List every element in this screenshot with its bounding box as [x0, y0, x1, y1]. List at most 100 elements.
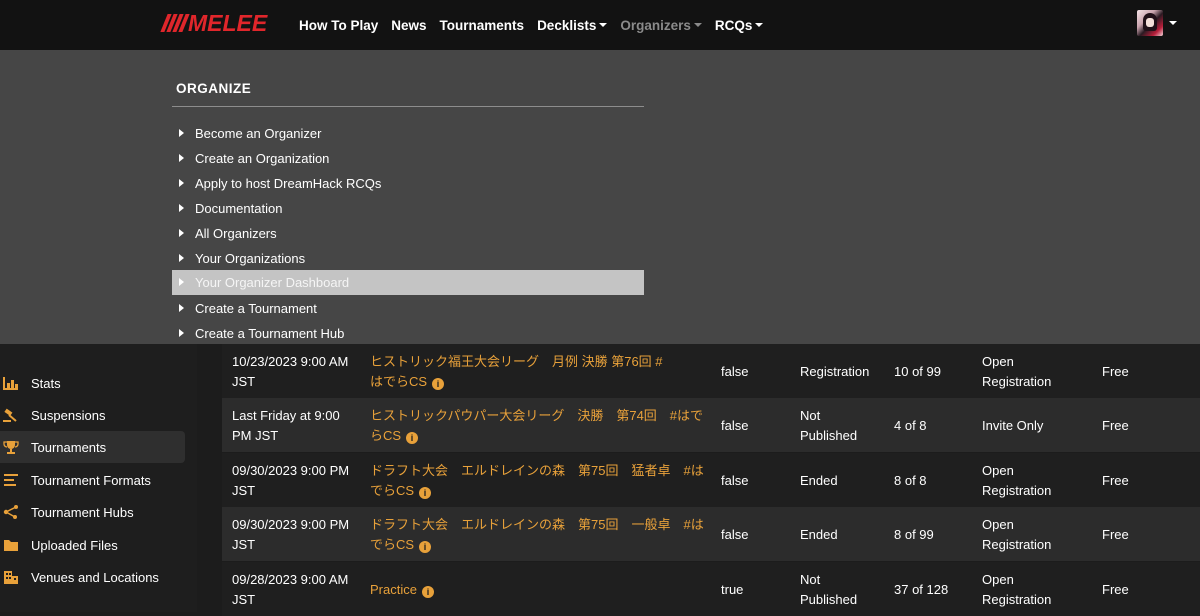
cell-date: 09/30/2023 9:00 PM JST [232, 517, 350, 552]
info-icon[interactable]: i [406, 431, 419, 444]
sidebar-item-label: Tournament Formats [31, 472, 151, 488]
cell-fee: Free [1102, 473, 1129, 488]
menu-item-label: Your Organizations [195, 251, 306, 266]
nav-dropdown-organizers[interactable]: Organizers [620, 18, 702, 33]
menu-item-apply-dreamhack-rcqs[interactable]: Apply to host DreamHack RCQs [172, 171, 644, 196]
cell-registration: Open Registration [982, 463, 1052, 498]
menu-item-become-an-organizer[interactable]: Become an Organizer [172, 121, 644, 146]
menu-item-label: Apply to host DreamHack RCQs [195, 176, 382, 191]
cell-flag: true [721, 582, 744, 597]
sidebar-item-tournament-hubs[interactable]: Tournament Hubs [0, 496, 185, 528]
cell-status: Registration [800, 364, 870, 379]
nav-dropdown-decklists[interactable]: Decklists [537, 18, 608, 33]
sidebar-item-uploaded-files[interactable]: Uploaded Files [0, 529, 185, 561]
info-icon[interactable]: i [421, 586, 434, 598]
list-icon [4, 474, 18, 486]
sidebar-item-tournament-formats[interactable]: Tournament Formats [0, 464, 185, 496]
cell-registration: Open Registration [982, 572, 1052, 607]
nav-link-news[interactable]: News [391, 18, 426, 33]
menu-item-label: Become an Organizer [195, 126, 322, 141]
cell-flag: false [721, 418, 749, 433]
cell-flag: false [721, 473, 749, 488]
sidebar-item-stats[interactable]: Stats [0, 367, 185, 399]
menu-item-label: Create a Tournament Hub [195, 326, 345, 341]
sidebar-item-suspensions[interactable]: Suspensions [0, 399, 185, 431]
info-icon[interactable]: i [432, 377, 445, 390]
cell-status: Not Published [800, 572, 858, 607]
info-icon[interactable]: i [419, 540, 432, 553]
cell-registration: Open Registration [982, 517, 1052, 552]
building-icon [4, 571, 18, 584]
cell-fee: Free [1102, 364, 1129, 379]
avatar-caret-down-icon[interactable] [1169, 21, 1177, 25]
cell-date: Last Friday at 9:00 PM JST [232, 408, 340, 443]
nav-link-label: News [391, 17, 427, 33]
caret-right-icon [179, 278, 184, 286]
sidebar-item-label: Venues and Locations [31, 569, 159, 585]
cell-tournament-name[interactable]: Practice i [370, 580, 710, 600]
sidebar-item-label: Tournaments [31, 439, 107, 455]
cell-players: 8 of 8 [894, 473, 927, 488]
caret-down-icon [693, 23, 702, 27]
sidebar-item-label: Tournament Hubs [31, 504, 134, 520]
cell-flag: false [721, 527, 749, 542]
cell-tournament-name[interactable]: ドラフト大会 エルドレインの森 第75回 一般卓 #は でらCS i [370, 515, 710, 554]
menu-item-create-an-organization[interactable]: Create an Organization [172, 146, 644, 171]
cell-players: 4 of 8 [894, 418, 927, 433]
logo-slashes-icon [160, 14, 190, 32]
cell-fee: Free [1102, 418, 1129, 433]
top-navbar: MELEE How To Play News Tournaments Deckl… [0, 0, 1200, 50]
dropdown-heading: ORGANIZE [176, 81, 252, 96]
table-row[interactable]: 09/28/2023 9:00 AM JST Practice i true Not… [222, 562, 1200, 616]
menu-item-label: Create an Organization [195, 151, 330, 166]
info-icon[interactable]: i [419, 486, 432, 499]
trophy-icon [3, 441, 19, 454]
cell-players: 8 of 99 [894, 527, 934, 542]
cell-registration: Open Registration [982, 354, 1052, 389]
logo-text: MELEE [188, 9, 268, 36]
nav-dropdown-rcqs[interactable]: RCQs [715, 18, 764, 33]
menu-item-your-organizations[interactable]: Your Organizations [172, 246, 644, 271]
cell-date: 10/23/2023 9:00 AM JST [232, 354, 349, 389]
menu-item-label: All Organizers [195, 226, 277, 241]
nav-link-how-to-play[interactable]: How To Play [299, 18, 378, 33]
sidebar-item-venues-and-locations[interactable]: Venues and Locations [0, 561, 185, 593]
table-row[interactable]: 10/23/2023 9:00 AM JST ヒストリック福王大会リーグ 月例 決… [222, 344, 1200, 398]
melee-logo[interactable]: MELEE [160, 9, 268, 36]
menu-item-label: Documentation [195, 201, 283, 216]
caret-right-icon [179, 154, 184, 162]
cell-date: 09/28/2023 9:00 AM JST [232, 572, 349, 607]
nav-link-label: Tournaments [439, 17, 525, 33]
hub-icon [3, 505, 18, 519]
menu-item-label: Create a Tournament [195, 301, 317, 316]
menu-item-all-organizers[interactable]: All Organizers [172, 221, 644, 246]
caret-right-icon [179, 304, 184, 312]
sidebar-item-tournaments[interactable]: Tournaments [0, 431, 185, 463]
table-row[interactable]: 09/30/2023 9:00 PM JST ドラフト大会 エルドレインの森 第7… [222, 507, 1200, 561]
menu-item-create-a-tournament-hub[interactable]: Create a Tournament Hub [172, 321, 644, 346]
table-row[interactable]: 09/30/2023 9:00 PM JST ドラフト大会 エルドレインの森 第7… [222, 453, 1200, 507]
caret-right-icon [179, 329, 184, 337]
table-row[interactable]: Last Friday at 9:00 PM JST ヒストリックパウパー大会リー… [222, 398, 1200, 452]
user-avatar[interactable] [1137, 10, 1163, 36]
cell-flag: false [721, 364, 749, 379]
nav-links: How To Play News Tournaments Decklists O… [299, 0, 776, 50]
menu-item-your-organizer-dashboard[interactable]: Your Organizer Dashboard [172, 270, 644, 295]
cell-fee: Free [1102, 582, 1129, 597]
cell-registration: Invite Only [982, 418, 1044, 433]
cell-status: Not Published [800, 408, 858, 443]
caret-right-icon [179, 204, 184, 212]
sidebar-item-label: Suspensions [31, 407, 106, 423]
sidebar-item-label: Uploaded Files [31, 537, 118, 553]
menu-item-documentation[interactable]: Documentation [172, 196, 644, 221]
menu-item-create-a-tournament[interactable]: Create a Tournament [172, 296, 644, 321]
nav-link-label: Organizers [620, 17, 691, 33]
chart-icon [3, 377, 18, 390]
cell-tournament-name[interactable]: ヒストリック福王大会リーグ 月例 決勝 第76回 # はでらCS i [370, 352, 710, 391]
cell-tournament-name[interactable]: ヒストリックパウパー大会リーグ 決勝 第74回 #はで らCS i [370, 406, 710, 445]
sidebar-item-label: Stats [31, 375, 61, 391]
nav-link-tournaments[interactable]: Tournaments [440, 18, 525, 33]
gavel-icon [3, 408, 17, 422]
menu-item-label: Your Organizer Dashboard [195, 275, 350, 290]
cell-tournament-name[interactable]: ドラフト大会 エルドレインの森 第75回 猛者卓 #は でらCS i [370, 461, 710, 500]
